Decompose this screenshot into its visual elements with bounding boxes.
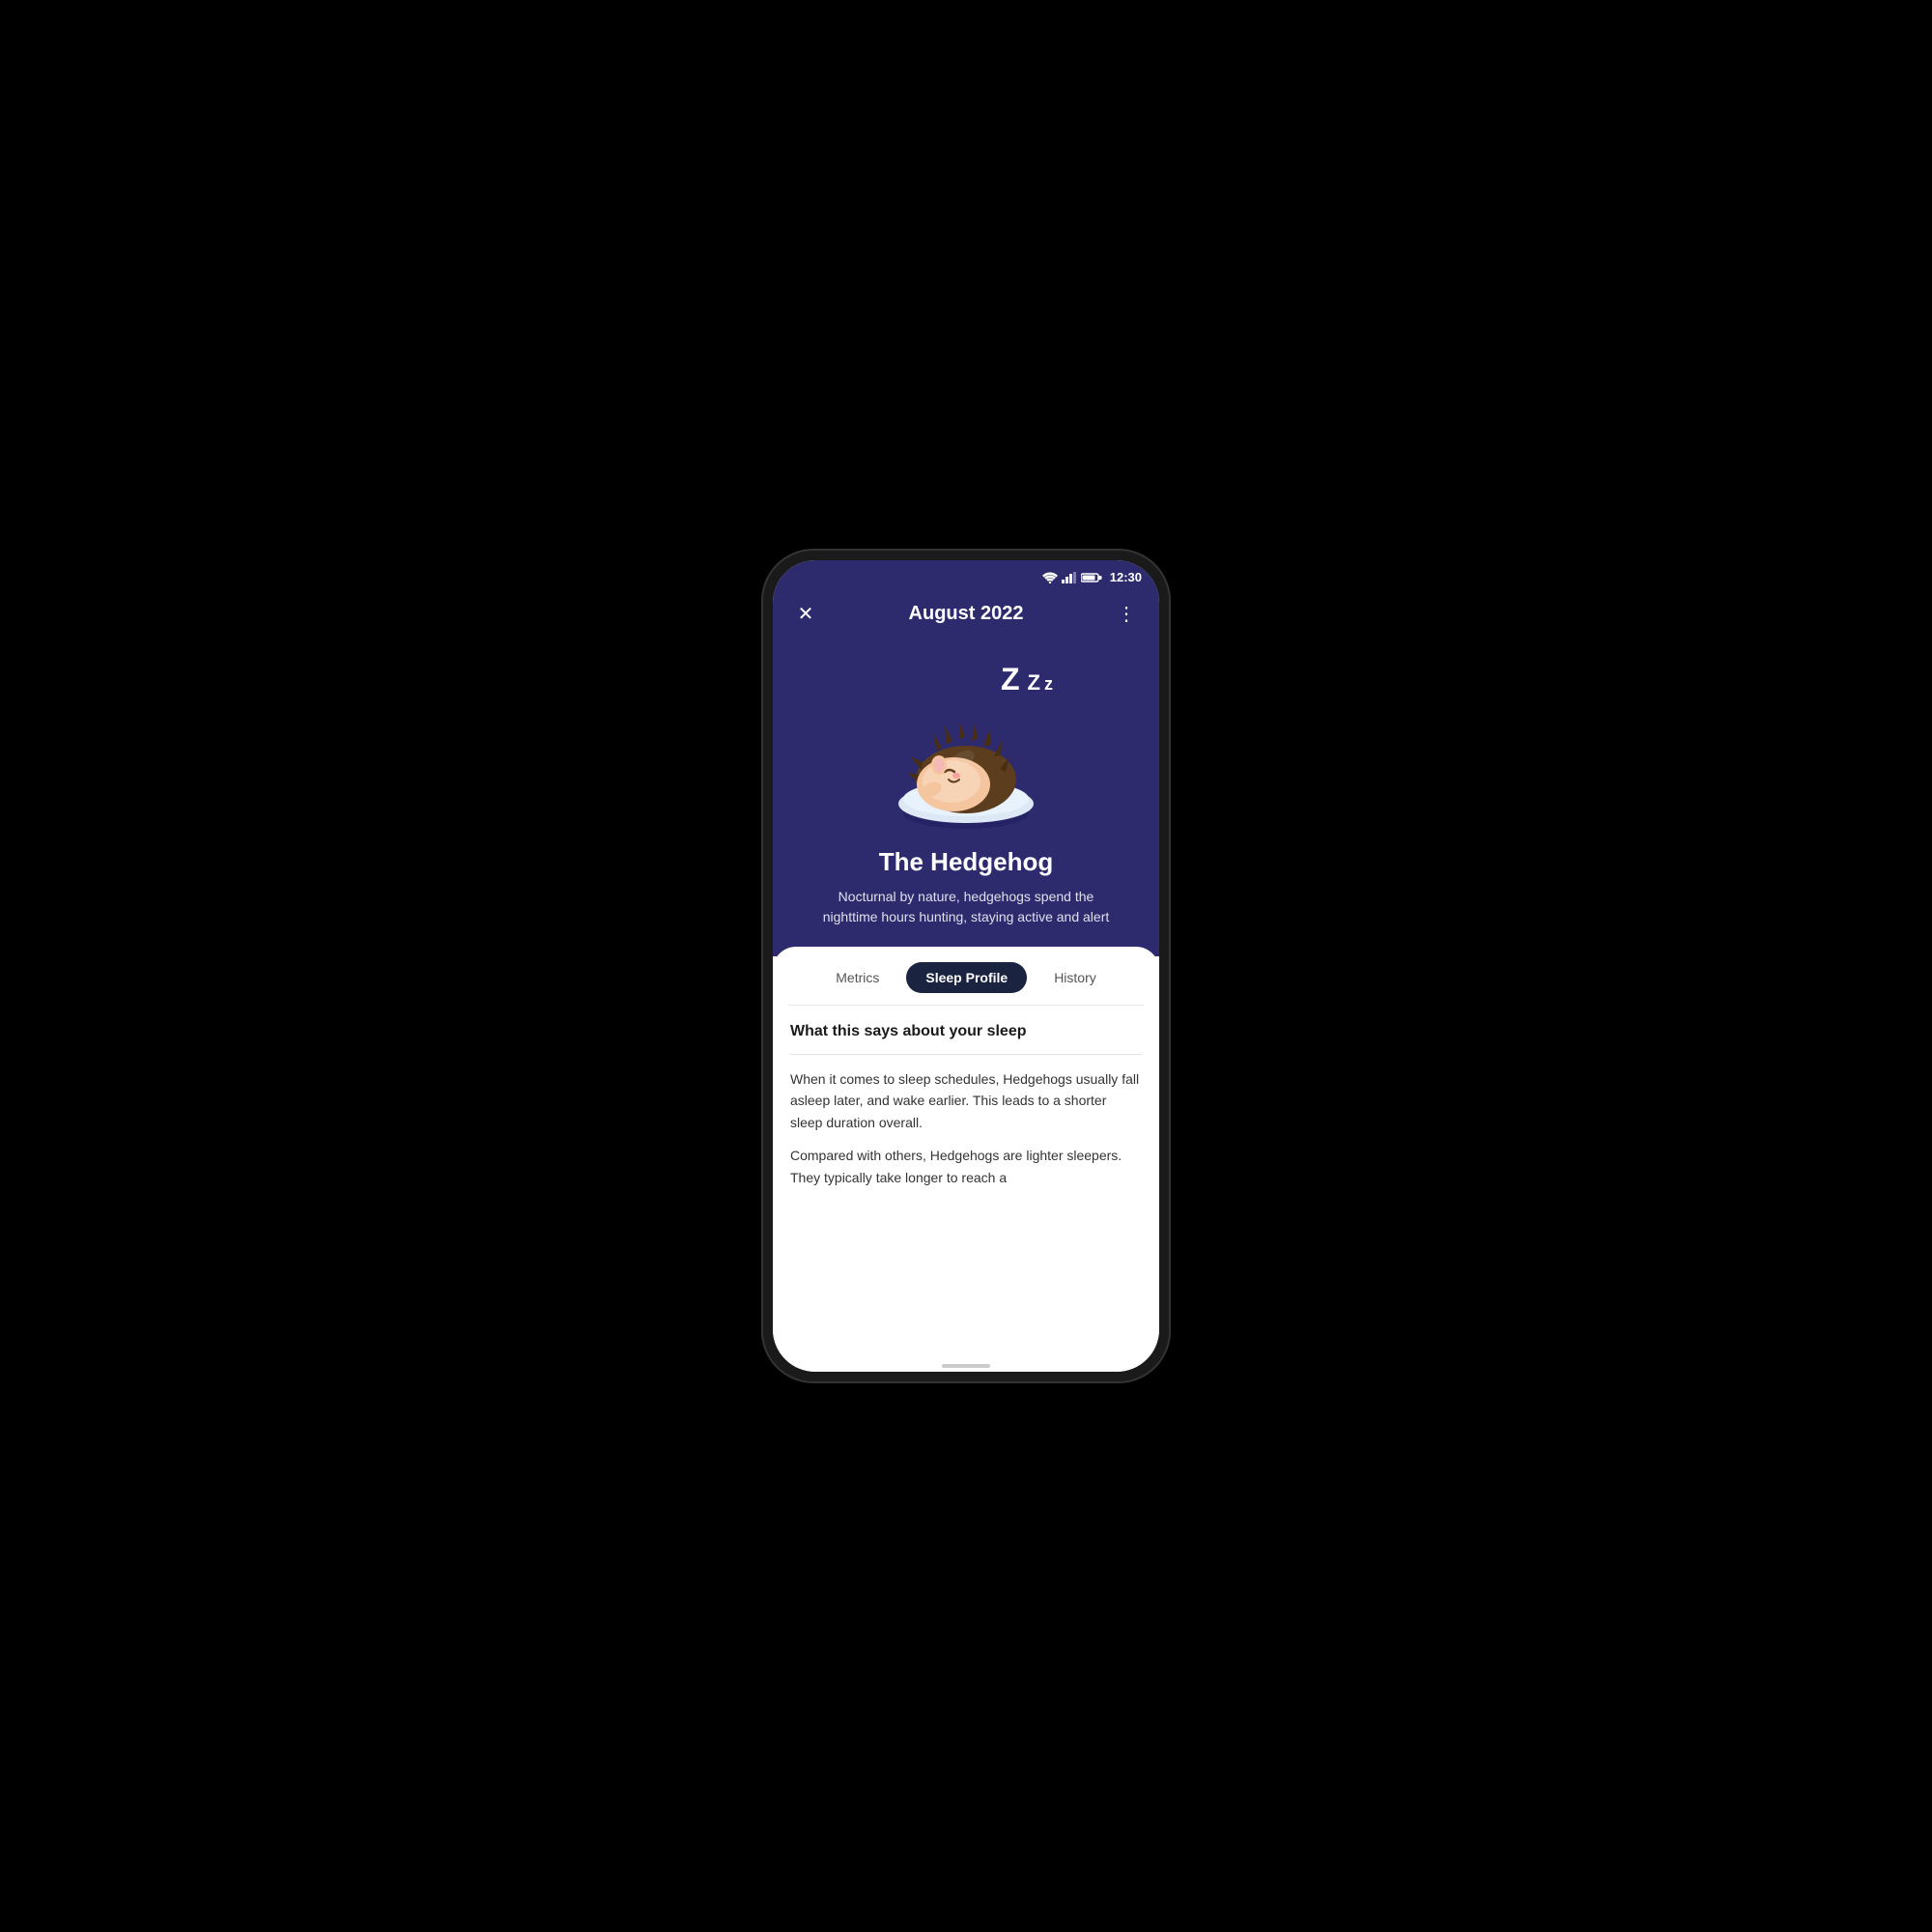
status-icons: 12:30	[1042, 570, 1142, 584]
status-time: 12:30	[1110, 570, 1142, 584]
hero-section: ZZz	[773, 644, 1159, 956]
zzz-text: ZZz	[1001, 664, 1053, 695]
body-paragraph-2: Compared with others, Hedgehogs are ligh…	[790, 1145, 1142, 1188]
tab-history[interactable]: History	[1035, 962, 1116, 993]
signal-icon	[1062, 572, 1077, 583]
creature-description: Nocturnal by nature, hedgehogs spend the…	[821, 887, 1111, 927]
content-divider	[790, 1054, 1142, 1055]
tab-sleep-profile[interactable]: Sleep Profile	[906, 962, 1027, 993]
phone-screen: 12:30 ✕ August 2022 ⋮ ZZz	[773, 560, 1159, 1372]
body-paragraph-1: When it comes to sleep schedules, Hedgeh…	[790, 1068, 1142, 1133]
close-button[interactable]: ✕	[790, 598, 821, 629]
creature-title: The Hedgehog	[879, 847, 1054, 877]
tab-bar: Metrics Sleep Profile History	[773, 947, 1159, 1005]
header-title: August 2022	[909, 603, 1024, 625]
phone-device: 12:30 ✕ August 2022 ⋮ ZZz	[763, 551, 1169, 1381]
handle-bar	[942, 1364, 990, 1368]
tab-metrics[interactable]: Metrics	[816, 962, 898, 993]
menu-button[interactable]: ⋮	[1111, 598, 1142, 629]
z1: Z	[1001, 662, 1020, 696]
bottom-handle	[773, 1356, 1159, 1372]
content-section: Metrics Sleep Profile History What this …	[773, 947, 1159, 1372]
wifi-icon	[1042, 572, 1058, 583]
status-bar: 12:30	[773, 560, 1159, 588]
hedgehog-illustration: ZZz	[860, 664, 1072, 838]
app-header: ✕ August 2022 ⋮	[773, 588, 1159, 644]
main-content: What this says about your sleep When it …	[773, 1006, 1159, 1356]
z3: z	[1044, 674, 1053, 694]
section-title: What this says about your sleep	[790, 1023, 1142, 1040]
z2: Z	[1028, 670, 1040, 695]
battery-icon	[1081, 572, 1102, 583]
